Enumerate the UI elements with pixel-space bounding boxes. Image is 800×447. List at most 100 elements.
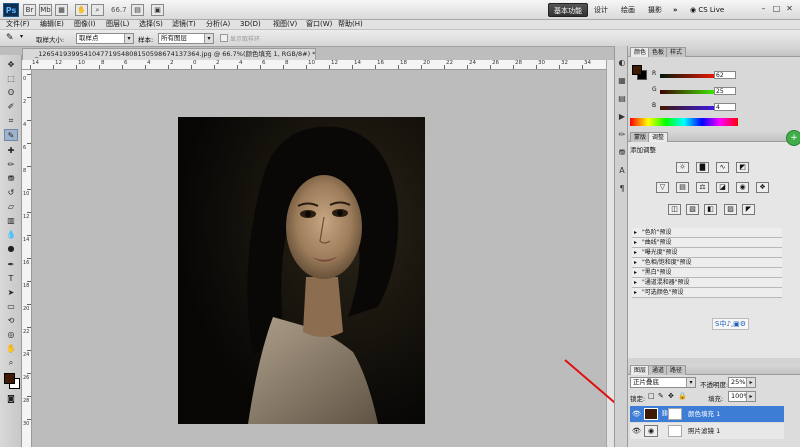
- selective-color-icon[interactable]: ◤: [742, 204, 755, 215]
- marquee-tool-icon[interactable]: ⬚: [4, 73, 18, 85]
- brightness-icon[interactable]: ☼: [676, 162, 689, 173]
- hand-tool-icon[interactable]: ✋: [4, 343, 18, 355]
- posterize-icon[interactable]: ▧: [686, 204, 699, 215]
- opacity-input[interactable]: 25% ▸: [728, 377, 756, 388]
- exposure-icon[interactable]: ◩: [736, 162, 749, 173]
- cs-live-button[interactable]: ◉ CS Live: [688, 3, 729, 17]
- clone-panel-icon[interactable]: ⛃: [617, 148, 627, 158]
- menu-3d[interactable]: 3D(D): [240, 18, 261, 30]
- tab-masks[interactable]: 蒙版: [630, 132, 651, 142]
- channel-b-slider[interactable]: [660, 106, 720, 110]
- dodge-tool-icon[interactable]: ●: [4, 243, 18, 255]
- clone-stamp-tool-icon[interactable]: ⛃: [4, 173, 18, 185]
- menu-help[interactable]: 帮助(H): [338, 18, 363, 30]
- layer-row-selected[interactable]: 👁 ⛓ 颜色填充 1: [630, 406, 784, 422]
- healing-brush-tool-icon[interactable]: ✚: [4, 145, 18, 157]
- 3d-orbit-tool-icon[interactable]: ◎: [4, 329, 18, 341]
- preset-levels[interactable]: "色阶"预设: [632, 228, 782, 238]
- tab-adjustments[interactable]: 调整: [648, 132, 669, 142]
- layer-row[interactable]: 👁 ◉ 照片滤镜 1: [630, 423, 784, 439]
- zoom-level[interactable]: 66.7: [111, 4, 127, 16]
- preset-selective-color[interactable]: "可选颜色"预设: [632, 288, 782, 298]
- lock-position-icon[interactable]: ✥: [668, 392, 674, 400]
- channel-g-slider[interactable]: [660, 90, 720, 94]
- brush-tool-icon[interactable]: ✏: [4, 159, 18, 171]
- lock-paint-icon[interactable]: ✎: [658, 392, 664, 400]
- color-panel-icon[interactable]: ◐: [617, 58, 627, 68]
- move-tool-icon[interactable]: ✥: [4, 59, 18, 71]
- menu-file[interactable]: 文件(F): [6, 18, 30, 30]
- eye-icon[interactable]: 👁: [632, 423, 641, 439]
- zoom-tool-icon[interactable]: ⌕: [91, 4, 104, 16]
- invert-icon[interactable]: ◫: [668, 204, 681, 215]
- workspace-design[interactable]: 设计: [589, 3, 613, 17]
- menu-image[interactable]: 图像(I): [74, 18, 96, 30]
- ime-toolbar[interactable]: S中♪,▣⚙: [712, 318, 750, 330]
- blur-tool-icon[interactable]: 💧: [4, 229, 18, 241]
- gradient-map-icon[interactable]: ▨: [724, 204, 737, 215]
- workspace-painting[interactable]: 绘画: [616, 3, 640, 17]
- foreground-color-swatch[interactable]: [4, 373, 15, 384]
- channel-b-value[interactable]: 4: [714, 103, 736, 111]
- channel-mixer-icon[interactable]: ❖: [756, 182, 769, 193]
- lock-pixels-icon[interactable]: □: [648, 392, 655, 400]
- panel-foreground-swatch[interactable]: [632, 65, 642, 75]
- blend-mode-select[interactable]: 正片叠底 ▾: [630, 377, 696, 388]
- eyedropper-preset-icon[interactable]: ✎: [6, 32, 20, 44]
- layer-name[interactable]: 照片滤镜 1: [688, 423, 720, 439]
- bridge-icon[interactable]: Br: [23, 4, 36, 16]
- eraser-tool-icon[interactable]: ▱: [4, 201, 18, 213]
- zoom-tool-icon[interactable]: ⌕: [4, 357, 18, 369]
- document-tab[interactable]: _12654193995410477195480815059867413736​…: [22, 48, 316, 60]
- eye-icon[interactable]: 👁: [632, 406, 641, 422]
- preset-dropdown-icon[interactable]: ▾: [20, 33, 23, 40]
- layer-name[interactable]: 颜色填充 1: [688, 406, 720, 422]
- quick-mask-icon[interactable]: ◙: [4, 393, 18, 405]
- brush-panel-icon[interactable]: ✏: [617, 130, 627, 140]
- color-balance-icon[interactable]: ⚖: [696, 182, 709, 193]
- history-panel-icon[interactable]: ▤: [617, 94, 627, 104]
- hue-saturation-icon[interactable]: ▤: [676, 182, 689, 193]
- hand-tool-icon[interactable]: ✋: [75, 4, 88, 16]
- path-select-tool-icon[interactable]: ➤: [4, 287, 18, 299]
- preset-channel-mixer[interactable]: "通道混和器"预设: [632, 278, 782, 288]
- portrait-photo[interactable]: [178, 117, 425, 424]
- paragraph-panel-icon[interactable]: ¶: [617, 184, 627, 194]
- tab-paths[interactable]: 路径: [666, 365, 687, 375]
- show-ring-checkbox[interactable]: [220, 34, 228, 42]
- minibridge-icon[interactable]: Mb: [39, 4, 52, 16]
- sample-select[interactable]: 所有图层 ▾: [158, 33, 214, 44]
- tab-channels[interactable]: 通道: [648, 365, 669, 375]
- curves-icon[interactable]: ∿: [716, 162, 729, 173]
- close-button[interactable]: ✕: [784, 3, 795, 15]
- history-brush-tool-icon[interactable]: ↺: [4, 187, 18, 199]
- workspace-overflow[interactable]: »: [668, 3, 683, 17]
- fill-input[interactable]: 100% ▸: [728, 391, 756, 402]
- type-tool-icon[interactable]: T: [4, 273, 18, 285]
- crop-tool-icon[interactable]: ⌗: [4, 115, 18, 127]
- menu-view[interactable]: 视图(V): [273, 18, 297, 30]
- tab-layers[interactable]: 图层: [630, 365, 651, 375]
- vibrance-icon[interactable]: ▽: [656, 182, 669, 193]
- lasso-tool-icon[interactable]: ʘ: [4, 87, 18, 99]
- menu-layer[interactable]: 图层(L): [106, 18, 129, 30]
- floating-plus-icon[interactable]: +: [786, 130, 800, 146]
- eyedropper-tool-icon[interactable]: ✎: [4, 129, 18, 141]
- 3d-rotate-tool-icon[interactable]: ⟲: [4, 315, 18, 327]
- photo-filter-icon[interactable]: ◉: [736, 182, 749, 193]
- tab-color[interactable]: 颜色: [630, 47, 651, 57]
- menu-select[interactable]: 选择(S): [139, 18, 163, 30]
- preset-curves[interactable]: "曲线"预设: [632, 238, 782, 248]
- menu-filter[interactable]: 滤镜(T): [172, 18, 196, 30]
- character-panel-icon[interactable]: A: [617, 166, 627, 176]
- tab-swatches[interactable]: 色板: [648, 47, 669, 57]
- black-white-icon[interactable]: ◪: [716, 182, 729, 193]
- gradient-tool-icon[interactable]: ▥: [4, 215, 18, 227]
- color-spectrum-bar[interactable]: [630, 118, 738, 126]
- channel-r-slider[interactable]: [660, 74, 720, 78]
- swatches-panel-icon[interactable]: ▦: [617, 76, 627, 86]
- workspace-photography[interactable]: 摄影: [643, 3, 667, 17]
- channel-g-value[interactable]: 25: [714, 87, 736, 95]
- actions-panel-icon[interactable]: ▶: [617, 112, 627, 122]
- preset-hue-saturation[interactable]: "色相/饱和度"预设: [632, 258, 782, 268]
